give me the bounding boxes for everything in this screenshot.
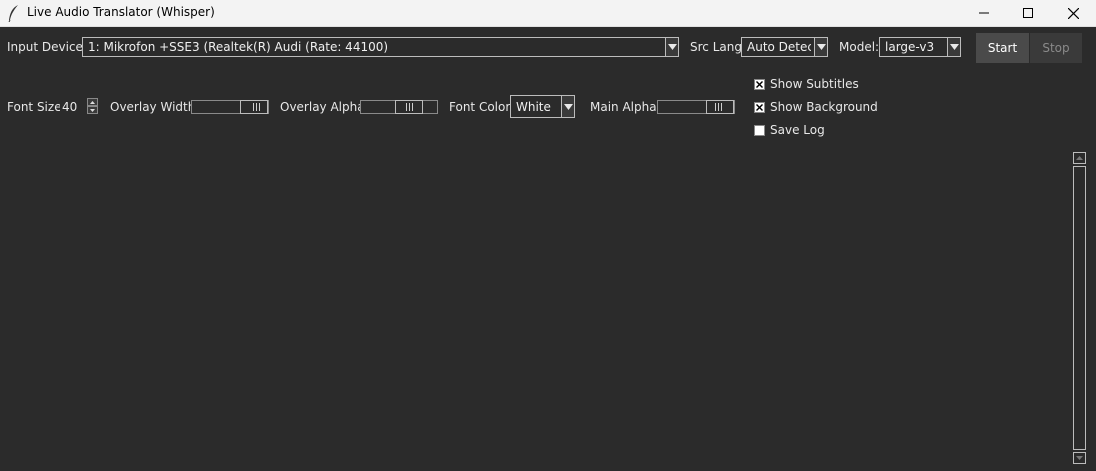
main-alpha-slider[interactable] [657,100,735,114]
input-device-value: 1: Mikrofon +SSE3 (Realtek(R) Audi (Rate… [88,40,389,54]
scroll-up-icon[interactable] [1073,152,1086,164]
show-background-checkbox[interactable]: Show Background [754,100,878,114]
transcript-area[interactable] [0,148,1070,471]
maximize-icon [1023,8,1033,18]
checkbox-checked-icon[interactable] [754,78,765,90]
scroll-down-icon[interactable] [1073,452,1086,464]
chevron-down-icon[interactable] [665,37,679,57]
src-lang-label: Src Lang: [690,40,747,54]
spin-up-icon[interactable] [87,98,98,106]
main-alpha-label: Main Alpha: [590,100,661,114]
model-combobox[interactable]: large-v3 [879,37,961,57]
chevron-down-icon[interactable] [947,37,961,57]
stop-button[interactable]: Stop [1030,33,1082,63]
save-log-label: Save Log [770,123,825,137]
save-log-checkbox[interactable]: Save Log [754,123,825,137]
start-button[interactable]: Start [976,33,1029,63]
font-size-label: Font Size: [7,100,66,114]
checkbox-unchecked-icon[interactable] [754,124,765,136]
minimize-icon [979,12,989,14]
start-button-label: Start [987,41,1018,55]
overlay-width-slider[interactable] [191,100,269,114]
show-subtitles-checkbox[interactable]: Show Subtitles [754,77,859,91]
close-button[interactable] [1050,0,1096,26]
src-lang-combobox[interactable]: Auto Detec [741,37,828,57]
minimize-button[interactable] [961,0,1007,26]
feather-icon [8,5,18,22]
font-color-label: Font Color: [449,100,515,114]
show-subtitles-label: Show Subtitles [770,77,859,91]
title-bar: Live Audio Translator (Whisper) [0,0,1096,27]
show-background-label: Show Background [770,100,878,114]
input-device-combobox[interactable]: 1: Mikrofon +SSE3 (Realtek(R) Audi (Rate… [82,37,679,57]
input-device-label: Input Device: [7,40,87,54]
model-label: Model: [839,40,880,54]
overlay-width-label: Overlay Width: [110,100,200,114]
spin-down-icon[interactable] [87,106,98,114]
font-size-value: 40 [62,100,78,114]
font-size-spinbox[interactable]: 40 [60,97,99,115]
checkbox-checked-icon[interactable] [754,101,765,113]
scroll-thumb[interactable] [1073,166,1086,450]
src-lang-value: Auto Detec [747,40,811,54]
slider-thumb[interactable] [240,100,268,114]
vertical-scrollbar[interactable] [1073,150,1087,467]
window-title: Live Audio Translator (Whisper) [27,5,215,19]
overlay-alpha-slider[interactable] [360,100,438,114]
slider-thumb[interactable] [395,100,423,114]
chevron-down-icon[interactable] [814,37,828,57]
stop-button-label: Stop [1042,41,1070,55]
maximize-button[interactable] [1005,0,1051,26]
model-value: large-v3 [885,40,935,54]
overlay-alpha-label: Overlay Alpha: [280,100,369,114]
font-color-combobox[interactable]: White [510,95,575,118]
chevron-down-icon[interactable] [561,95,575,118]
font-color-value: White [516,100,551,114]
slider-thumb[interactable] [706,100,734,114]
close-icon [1067,7,1079,19]
